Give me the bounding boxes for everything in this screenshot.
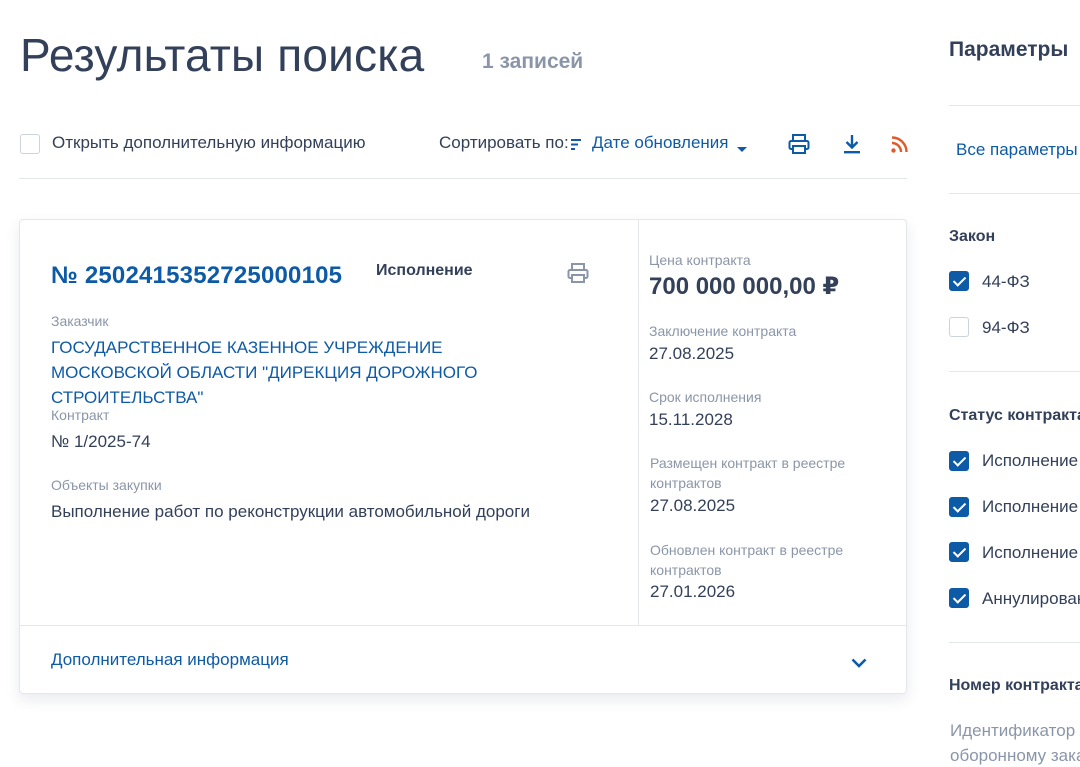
sort-dropdown[interactable]: Дате обновления (592, 133, 729, 153)
panel-divider (949, 193, 1080, 194)
law-94-checkbox[interactable] (949, 317, 969, 337)
contract-value: № 1/2025-74 (51, 432, 151, 451)
objects-value: Выполнение работ по реконструкции автомо… (51, 502, 530, 521)
status-checkbox[interactable] (949, 497, 969, 517)
price-value: 700 000 000,00 ₽ (649, 273, 840, 300)
print-icon[interactable] (788, 133, 810, 160)
toolbar-divider (19, 178, 907, 179)
status-label[interactable]: Исполнение (982, 543, 1078, 563)
extra-info-checkbox[interactable] (20, 134, 40, 154)
expand-chevron-icon[interactable] (851, 655, 867, 673)
number-hint-line: Идентификатор к (950, 721, 1080, 740)
extra-info-label[interactable]: Открыть дополнительную информацию (52, 133, 365, 153)
card-footer-divider (20, 625, 906, 626)
status-label[interactable]: Исполнение (982, 451, 1078, 471)
status-section-title: Статус контракта (949, 407, 1080, 424)
status-label[interactable]: Исполнение (982, 497, 1078, 517)
page-title: Результаты поиска (20, 29, 425, 81)
card-column-divider (638, 220, 639, 625)
conclusion-value: 27.08.2025 (649, 344, 735, 363)
updated-label: Обновлен контракт в реестре контрактов (650, 542, 844, 578)
term-value: 15.11.2028 (649, 410, 733, 429)
panel-divider (949, 642, 1080, 643)
panel-divider (949, 105, 1080, 106)
download-icon[interactable] (842, 134, 862, 159)
conclusion-label: Заключение контракта (649, 323, 797, 339)
placed-label: Размещен контракт в реестре контрактов (650, 455, 846, 491)
sort-label: Сортировать по: (439, 133, 569, 152)
status-checkbox[interactable] (949, 542, 969, 562)
updated-value: 27.01.2026 (650, 582, 736, 601)
price-label: Цена контракта (649, 252, 751, 268)
status-label[interactable]: Аннулирован (982, 589, 1080, 609)
status-checkbox[interactable] (949, 588, 969, 608)
sort-icon[interactable] (571, 138, 583, 156)
number-section-title: Номер контракта (949, 677, 1080, 694)
panel-divider (949, 371, 1080, 372)
law-94-label[interactable]: 94-ФЗ (982, 318, 1030, 338)
card-print-icon[interactable] (567, 262, 589, 289)
status-badge: Исполнение (376, 262, 473, 279)
more-info-link[interactable]: Дополнительная информация (51, 650, 289, 670)
contract-label: Контракт (51, 407, 110, 423)
customer-link[interactable]: ГОСУДАРСТВЕННОЕ КАЗЕННОЕ УЧРЕЖДЕНИЕ МОСК… (51, 335, 561, 410)
rss-icon[interactable] (891, 136, 908, 158)
status-checkbox[interactable] (949, 451, 969, 471)
contract-card: № 2502415352725000105 Исполнение Заказчи… (19, 219, 907, 694)
results-count: 1 записей (482, 50, 584, 73)
contract-number-link[interactable]: № 2502415352725000105 (51, 262, 342, 290)
law-section-title: Закон (949, 228, 996, 245)
objects-label: Объекты закупки (51, 477, 162, 493)
chevron-down-icon[interactable] (736, 141, 748, 159)
law-44-checkbox[interactable] (949, 271, 969, 291)
term-label: Срок исполнения (649, 389, 762, 405)
placed-value: 27.08.2025 (650, 496, 736, 515)
law-44-label[interactable]: 44-ФЗ (982, 272, 1030, 292)
number-hint-line: оборонному зака (950, 746, 1080, 765)
customer-label: Заказчик (51, 313, 109, 329)
panel-title: Параметры (949, 38, 1069, 61)
all-params-link[interactable]: Все параметры (956, 140, 1078, 160)
